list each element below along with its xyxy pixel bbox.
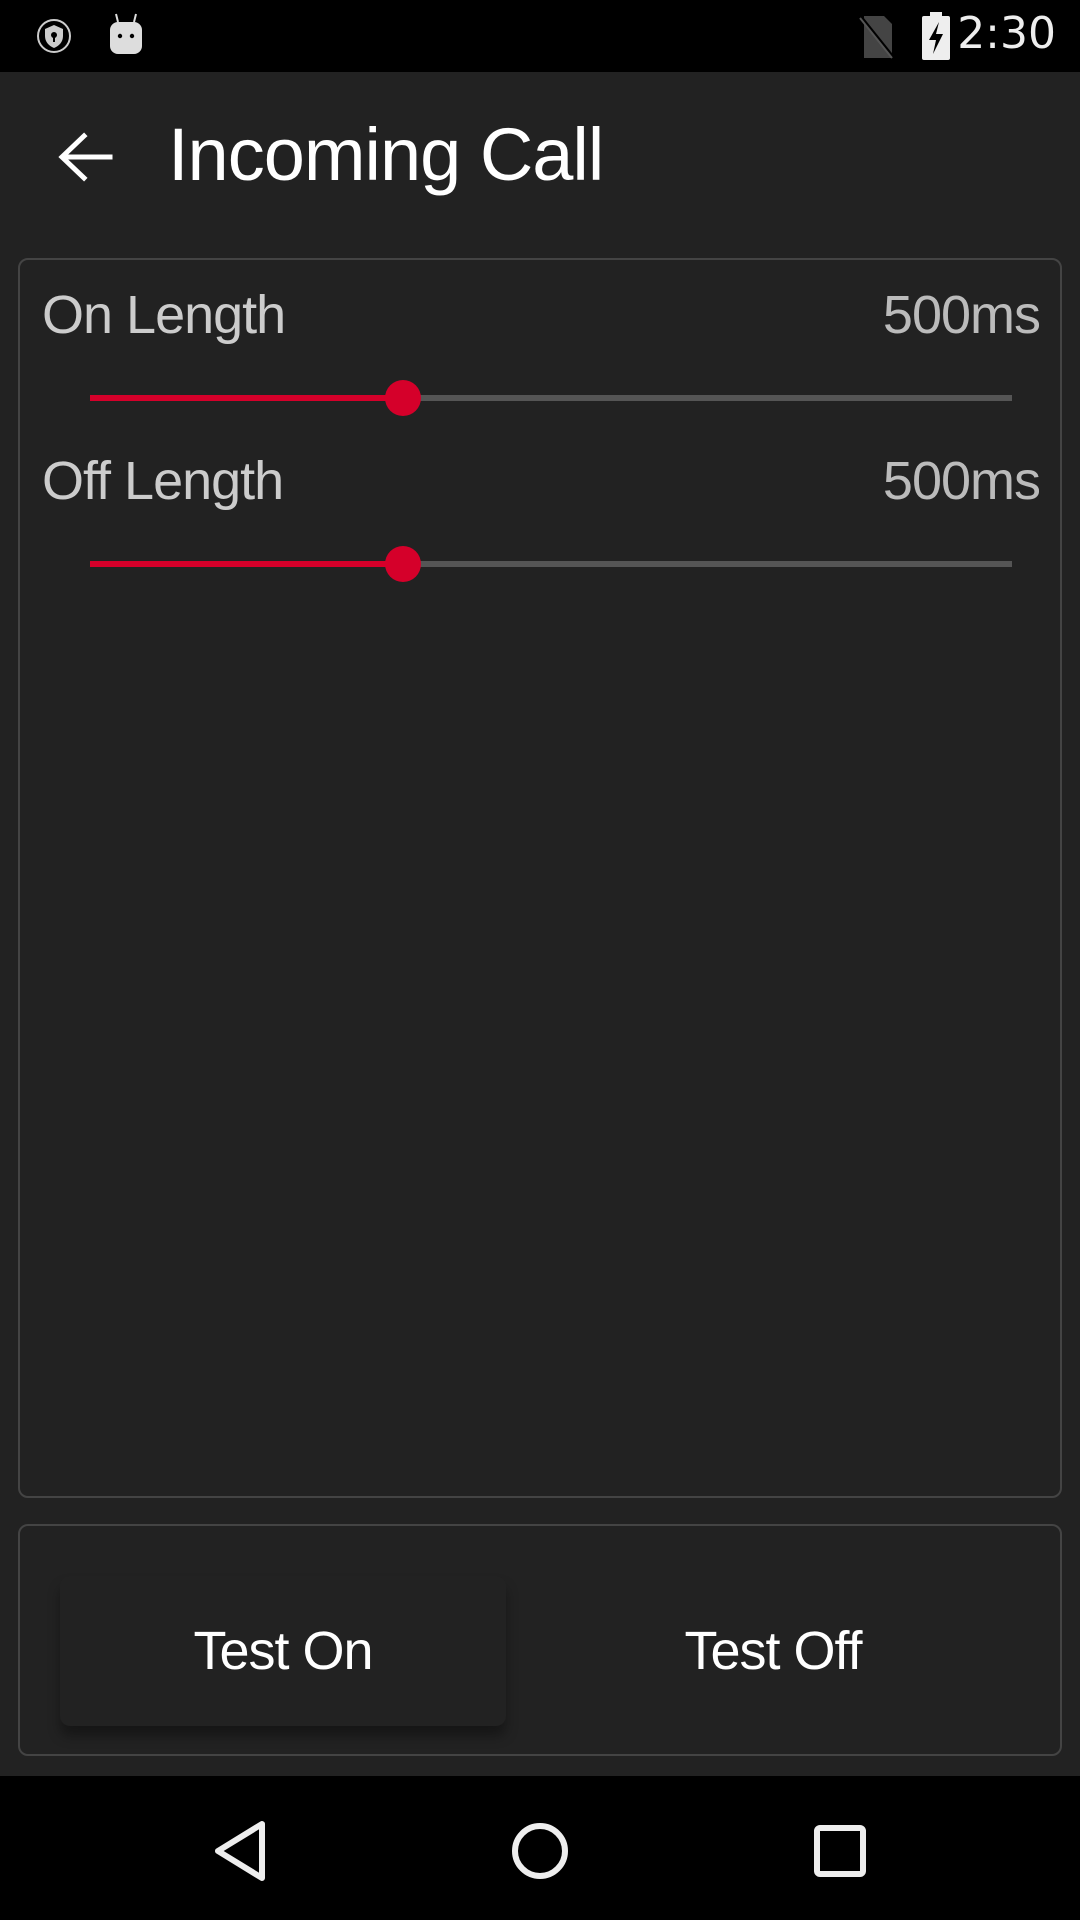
on-length-label: On Length <box>42 285 286 345</box>
nav-back-icon[interactable] <box>196 1806 286 1896</box>
nav-recents-icon[interactable] <box>795 1806 885 1896</box>
slider-fill <box>90 561 404 567</box>
off-length-slider[interactable] <box>90 534 1012 594</box>
on-length-slider[interactable] <box>90 368 1012 428</box>
vpn-shield-icon <box>37 19 71 53</box>
no-sim-icon <box>859 16 896 59</box>
page-title: Incoming Call <box>168 113 604 196</box>
status-time: 2:30 <box>957 8 1056 59</box>
test-on-button[interactable]: Test On <box>60 1576 506 1726</box>
off-length-label: Off Length <box>42 451 284 511</box>
status-bar: 2:30 <box>0 0 1080 72</box>
arrow-left-icon[interactable] <box>50 122 120 192</box>
settings-card: On Length 500ms Off Length 500ms <box>18 258 1062 1498</box>
navigation-bar <box>0 1776 1080 1920</box>
on-length-value: 500ms <box>882 285 1041 345</box>
test-buttons-card: Test On Test Off <box>18 1524 1062 1756</box>
test-off-button[interactable]: Test Off <box>550 1576 996 1726</box>
battery-charging-icon <box>922 12 950 60</box>
slider-fill <box>90 395 404 401</box>
slider-thumb[interactable] <box>385 546 422 582</box>
slider-thumb[interactable] <box>385 380 422 416</box>
off-length-value: 500ms <box>882 451 1041 511</box>
android-icon <box>110 13 142 54</box>
nav-home-icon[interactable] <box>495 1806 585 1896</box>
app-bar: Incoming Call <box>0 72 1080 240</box>
